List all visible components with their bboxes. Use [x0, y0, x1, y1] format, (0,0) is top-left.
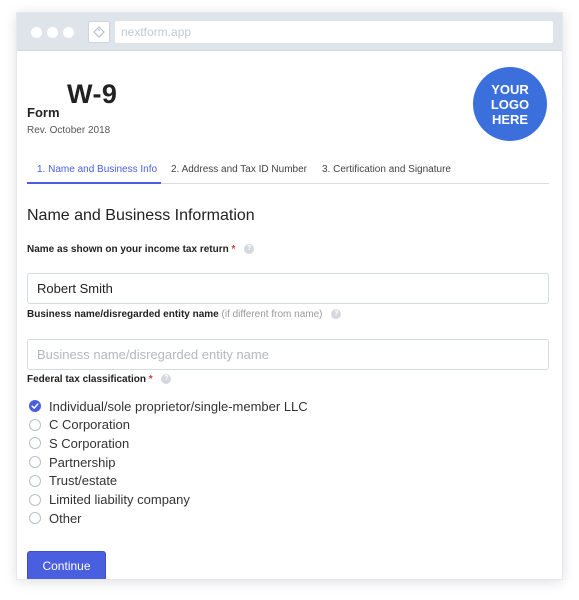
radio-label: Individual/sole proprietor/single-member…: [49, 398, 308, 414]
section-title: Name and Business Information: [27, 207, 255, 224]
window-dot-icon: [47, 27, 58, 38]
radio-option-partnership[interactable]: Partnership: [29, 453, 115, 471]
radio-option-c-corporation[interactable]: C Corporation: [29, 416, 130, 434]
radio-label: S Corporation: [49, 435, 130, 451]
form-header: Form W-9 Rev. October 2018 YOUR LOGO HER…: [27, 51, 549, 151]
radio-option-llc[interactable]: Limited liability company: [29, 491, 190, 509]
site-tag-icon: [88, 21, 110, 43]
form-word: Form: [27, 105, 60, 120]
business-input[interactable]: [27, 339, 549, 370]
form-code: W-9: [67, 79, 118, 109]
browser-chrome: nextform.app: [17, 13, 562, 51]
browser-window: nextform.app Form W-9 Rev. October 2018 …: [16, 12, 563, 580]
logo-placeholder: YOUR LOGO HERE: [473, 67, 547, 141]
window-dot-icon: [31, 27, 42, 38]
radio-option-s-corporation[interactable]: S Corporation: [29, 434, 129, 452]
radio-option-individual[interactable]: Individual/sole proprietor/single-member…: [29, 397, 308, 415]
help-icon[interactable]: ?: [331, 309, 342, 320]
form-revision: Rev. October 2018: [27, 125, 111, 136]
business-label-text: Business name/disregarded entity name: [27, 309, 219, 320]
required-mark: *: [148, 374, 153, 385]
form-content: Form W-9 Rev. October 2018 YOUR LOGO HER…: [27, 51, 549, 579]
radio-icon[interactable]: [29, 474, 41, 487]
continue-button[interactable]: Continue: [27, 551, 106, 579]
logo-line: LOGO: [490, 96, 530, 112]
radio-icon[interactable]: [29, 437, 41, 450]
radio-label: Limited liability company: [49, 492, 190, 507]
logo-line: YOUR: [491, 81, 529, 97]
radio-label: Trust/estate: [49, 473, 118, 489]
radio-label: C Corporation: [49, 417, 130, 433]
tab-certification[interactable]: 3. Certification and Signature: [322, 164, 451, 175]
radio-icon[interactable]: [29, 456, 41, 469]
radio-icon[interactable]: [29, 493, 41, 506]
classification-label-text: Federal tax classification: [27, 374, 146, 385]
window-dot-icon: [63, 27, 74, 38]
name-input[interactable]: [27, 273, 549, 304]
active-tab-indicator: [27, 182, 161, 184]
radio-option-other[interactable]: Other: [29, 509, 82, 527]
tag-icon: [93, 26, 105, 38]
address-bar[interactable]: nextform.app: [115, 21, 553, 43]
radio-checked-icon[interactable]: [29, 400, 41, 412]
classification-label: Federal tax classification * ?: [27, 374, 172, 385]
radio-icon[interactable]: [29, 512, 41, 525]
step-tabs: 1. Name and Business Info 2. Address and…: [27, 158, 549, 184]
required-mark: *: [231, 244, 236, 255]
tab-name-business[interactable]: 1. Name and Business Info: [37, 164, 157, 175]
radio-label: Partnership: [49, 454, 116, 470]
business-label: Business name/disregarded entity name (i…: [27, 309, 342, 320]
radio-icon[interactable]: [29, 418, 41, 431]
name-label: Name as shown on your income tax return …: [27, 244, 255, 255]
name-label-text: Name as shown on your income tax return: [27, 244, 229, 255]
help-icon[interactable]: ?: [244, 244, 255, 255]
tab-address-tax-id[interactable]: 2. Address and Tax ID Number: [171, 164, 307, 175]
radio-option-trust-estate[interactable]: Trust/estate: [29, 472, 117, 490]
help-icon[interactable]: ?: [161, 374, 172, 385]
logo-line: HERE: [491, 111, 529, 127]
check-icon: [31, 403, 39, 409]
radio-label: Other: [49, 510, 82, 526]
business-hint: (if different from name): [221, 309, 323, 320]
